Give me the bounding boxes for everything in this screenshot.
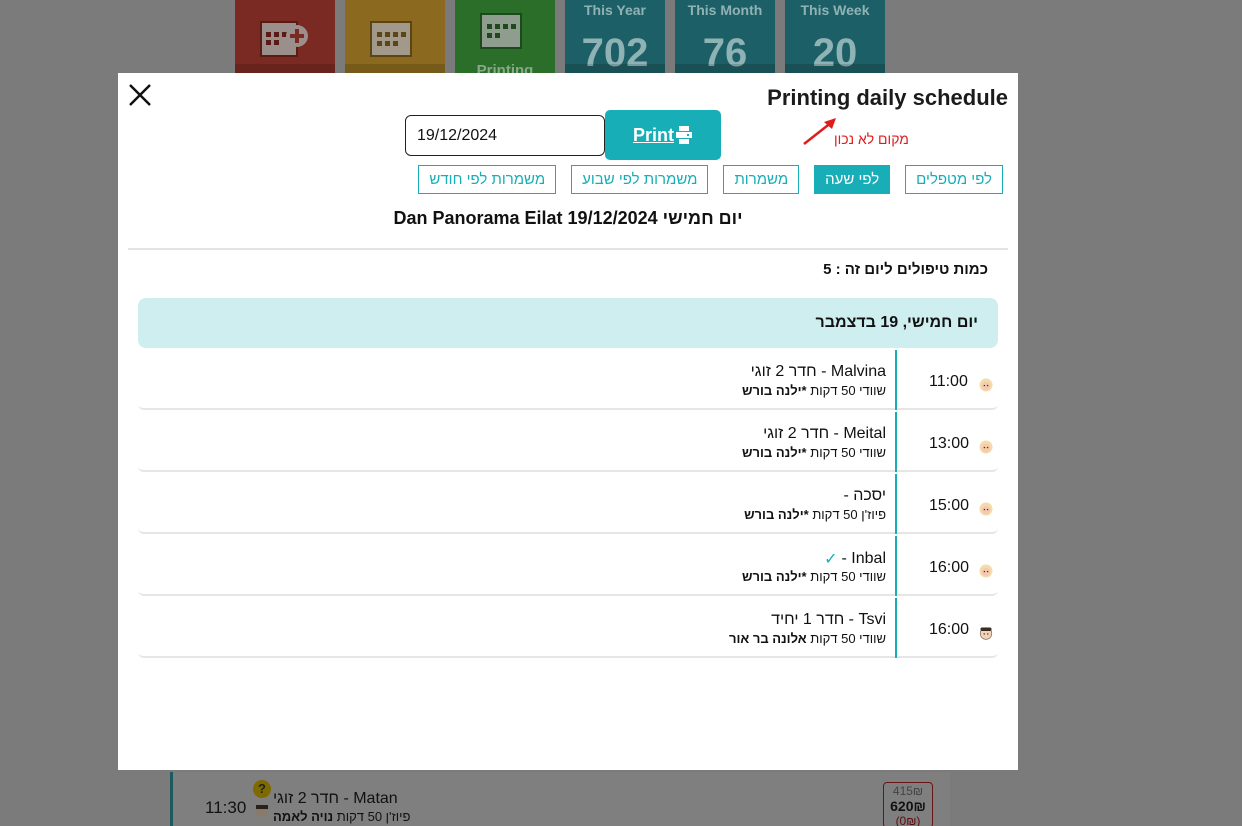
stat-caption: This Year bbox=[583, 2, 646, 18]
therapist-name: *ילנה בורש bbox=[744, 507, 809, 522]
appointment-name: יסכה - bbox=[843, 487, 886, 504]
price-badge: 415₪ 620₪ (0₪) bbox=[883, 782, 933, 826]
annotation-note: מקום לא נכון bbox=[834, 131, 909, 147]
annotation-arrow-icon bbox=[803, 118, 836, 145]
stat-tile-week: This Week 20 bbox=[785, 0, 885, 74]
day-header-label: יום חמישי, 19 בדצמבר bbox=[815, 314, 979, 331]
day-header: יום חמישי, 19 בדצמבר bbox=[138, 298, 998, 348]
female-avatar-icon bbox=[979, 378, 993, 392]
appointment-details: פיוז'ן 50 דקות נויה לאמה bbox=[273, 809, 411, 824]
appointment-time: 11:00 bbox=[929, 373, 968, 390]
printer-icon bbox=[676, 126, 692, 144]
row-accent-bar bbox=[895, 474, 897, 534]
tab-shifts[interactable]: משמרות bbox=[723, 165, 800, 194]
tab-by-therapists[interactable]: לפי מטפלים bbox=[905, 165, 1003, 194]
appointment-name: Inbal - ✓ bbox=[824, 550, 886, 568]
view-tabs: לפי מטפלים לפי שעה משמרות משמרות לפי שבו… bbox=[418, 165, 1003, 194]
treatment-count: כמות טיפולים ליום זה : 5 bbox=[823, 261, 988, 278]
background-appointment-row[interactable]: 11:30 ? Matan - חדר 2 זוגי פיוז'ן 50 דקו… bbox=[170, 772, 950, 826]
male-avatar-icon bbox=[979, 627, 993, 640]
female-avatar-icon bbox=[979, 440, 993, 454]
stat-tile-year: This Year 702 bbox=[565, 0, 665, 74]
appointment-details: שוודי 50 דקות *ילנה בורש bbox=[742, 383, 886, 398]
stat-tile-month: This Month 76 bbox=[675, 0, 775, 74]
appointment-name: Malvina - חדר 2 זוגי bbox=[750, 363, 886, 380]
appointment-row[interactable]: 16:00 Inbal - ✓ שוודי 50 דקות *ילנה בורש bbox=[138, 536, 998, 596]
row-accent-bar bbox=[895, 412, 897, 472]
female-avatar-icon bbox=[979, 502, 993, 516]
row-accent-bar bbox=[895, 350, 897, 410]
therapist-name: *ילנה בורש bbox=[742, 569, 807, 584]
printing-tile[interactable]: Printing bbox=[455, 0, 555, 74]
modal-title: Printing daily schedule bbox=[767, 85, 1008, 110]
appointment-details: שוודי 50 דקות *ילנה בורש bbox=[742, 445, 886, 460]
close-icon[interactable] bbox=[127, 82, 153, 108]
appointment-name: Matan - חדר 2 זוגי bbox=[273, 790, 398, 807]
calendar-tile[interactable] bbox=[345, 0, 445, 74]
tab-shifts-weekly[interactable]: משמרות לפי שבוע bbox=[571, 165, 709, 194]
date-input[interactable] bbox=[405, 115, 605, 156]
male-avatar-icon bbox=[256, 805, 268, 817]
appointment-name: Meital - חדר 2 זוגי bbox=[763, 425, 886, 442]
appointment-name: Tsvi - חדר 1 יחיד bbox=[771, 611, 886, 628]
appointment-row[interactable]: 15:00 יסכה - פיוז'ן 50 דקות *ילנה בורש bbox=[138, 474, 998, 534]
calendar-print-icon bbox=[480, 13, 522, 49]
stat-caption: This Month bbox=[687, 2, 763, 18]
calendar-icon bbox=[370, 21, 412, 57]
tab-by-hour[interactable]: לפי שעה bbox=[814, 165, 891, 194]
appointment-details: שוודי 50 דקות *ילנה בורש bbox=[742, 569, 886, 584]
appointment-time: 16:00 bbox=[929, 621, 970, 638]
female-avatar-icon bbox=[979, 564, 993, 578]
calendar-plus-icon bbox=[260, 21, 308, 57]
therapist-name: *ילנה בורש bbox=[742, 445, 807, 460]
print-label: Print bbox=[632, 124, 674, 145]
therapist-name: אלונה בר אור bbox=[728, 631, 807, 646]
stat-caption: This Week bbox=[800, 2, 870, 18]
print-schedule-modal: Printing daily schedule Print מקום לא נכ… bbox=[118, 73, 1018, 770]
appointment-row[interactable]: 11:00 Malvina - חדר 2 זוגי שוודי 50 דקות *… bbox=[138, 350, 998, 410]
schedule-title: Dan Panorama Eilat יום חמישי 19/12/2024 bbox=[393, 208, 743, 228]
dashboard-tiles: Printing This Year 702 This Month 76 Thi… bbox=[235, 0, 885, 74]
appointment-time: 11:30 bbox=[205, 798, 247, 817]
row-accent-bar bbox=[895, 598, 897, 658]
appointment-details: פיוז'ן 50 דקות *ילנה בורש bbox=[744, 507, 886, 522]
print-button[interactable]: Print bbox=[605, 110, 721, 160]
appointment-time: 13:00 bbox=[929, 435, 970, 452]
appointment-row[interactable]: 13:00 Meital - חדר 2 זוגי שוודי 50 דקות *י… bbox=[138, 412, 998, 472]
appointment-details: שוודי 50 דקות אלונה בר אור bbox=[728, 631, 886, 646]
add-appointment-tile[interactable] bbox=[235, 0, 335, 74]
tab-shifts-monthly[interactable]: משמרות לפי חודש bbox=[418, 165, 557, 194]
appointment-time: 16:00 bbox=[929, 559, 970, 576]
question-icon: ? bbox=[253, 780, 271, 798]
appointment-time: 15:00 bbox=[929, 497, 970, 514]
appointment-row[interactable]: 16:00 Tsvi - חדר 1 יחיד שוודי 50 דקות אלונ… bbox=[138, 598, 998, 658]
row-accent-bar bbox=[895, 536, 897, 596]
therapist-name: *ילנה בורש bbox=[742, 383, 807, 398]
divider bbox=[128, 248, 1008, 250]
check-icon: ✓ bbox=[824, 551, 838, 568]
